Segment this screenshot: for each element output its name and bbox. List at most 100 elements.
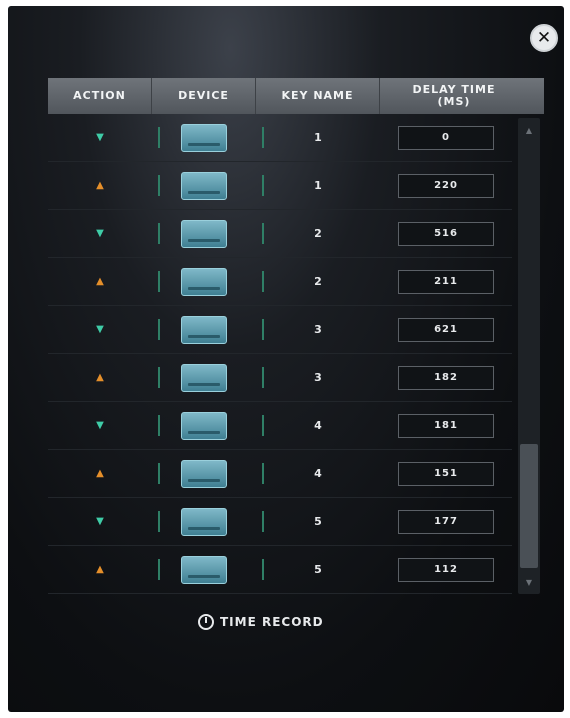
arrow-down-icon: ▼: [96, 324, 104, 335]
keyboard-icon: [181, 411, 227, 440]
column-divider: [158, 319, 160, 340]
arrow-up-icon: ▲: [96, 180, 104, 191]
header-delay-unit: (MS): [437, 95, 471, 108]
delay-cell: 621: [380, 306, 512, 353]
column-divider: [262, 415, 264, 436]
keyboard-icon: [181, 219, 227, 248]
column-divider: [158, 271, 160, 292]
action-cell: ▲: [48, 354, 152, 401]
table-row[interactable]: ▼ 6 151: [48, 594, 512, 598]
table-row[interactable]: ▼ 1 0: [48, 114, 512, 162]
delay-cell: 211: [380, 258, 512, 305]
header-action: ACTION: [48, 78, 152, 114]
table-row[interactable]: ▲ 4 151: [48, 450, 512, 498]
time-record-button[interactable]: TIME RECORD: [198, 610, 398, 634]
key-name-cell: 2: [256, 258, 380, 305]
device-cell: [152, 450, 256, 497]
column-divider: [262, 367, 264, 388]
column-divider: [158, 223, 160, 244]
timer-icon: [198, 614, 214, 630]
device-cell: [152, 258, 256, 305]
scrollbar-thumb[interactable]: [520, 444, 538, 568]
column-divider: [262, 127, 264, 148]
header-delay-time: DELAY TIME (MS): [380, 78, 528, 114]
arrow-down-icon: ▼: [96, 228, 104, 239]
delay-input[interactable]: 516: [398, 221, 494, 246]
keyboard-icon: [181, 555, 227, 584]
keyboard-icon: [181, 507, 227, 536]
delay-input[interactable]: 177: [398, 509, 494, 534]
column-divider: [262, 175, 264, 196]
action-cell: ▼: [48, 402, 152, 449]
macro-panel: ✕ ACTION DEVICE KEY NAME DELAY TIME (MS)…: [8, 6, 564, 712]
action-cell: ▲: [48, 450, 152, 497]
action-cell: ▲: [48, 546, 152, 593]
device-cell: [152, 210, 256, 257]
action-cell: ▲: [48, 258, 152, 305]
column-divider: [262, 511, 264, 532]
close-icon[interactable]: ✕: [530, 24, 558, 52]
action-cell: ▼: [48, 594, 152, 598]
device-cell: [152, 546, 256, 593]
delay-input[interactable]: 220: [398, 173, 494, 198]
table-row[interactable]: ▲ 2 211: [48, 258, 512, 306]
scroll-up-icon[interactable]: ▲: [521, 124, 537, 136]
delay-input[interactable]: 112: [398, 557, 494, 582]
key-name: 3: [314, 323, 322, 336]
delay-cell: 220: [380, 162, 512, 209]
delay-input[interactable]: 211: [398, 269, 494, 294]
delay-input[interactable]: 0: [398, 125, 494, 150]
arrow-up-icon: ▲: [96, 276, 104, 287]
keyboard-icon: [181, 267, 227, 296]
key-name: 2: [314, 275, 322, 288]
delay-input[interactable]: 181: [398, 413, 494, 438]
scrollbar[interactable]: ▲ ▼: [518, 118, 540, 594]
key-name-cell: 1: [256, 162, 380, 209]
time-record-label: TIME RECORD: [220, 615, 324, 629]
key-name: 4: [314, 419, 322, 432]
table-header: ACTION DEVICE KEY NAME DELAY TIME (MS): [48, 78, 544, 114]
action-cell: ▼: [48, 498, 152, 545]
delay-input[interactable]: 621: [398, 317, 494, 342]
device-cell: [152, 354, 256, 401]
column-divider: [262, 559, 264, 580]
arrow-up-icon: ▲: [96, 564, 104, 575]
scroll-down-icon[interactable]: ▼: [521, 576, 537, 588]
column-divider: [158, 415, 160, 436]
device-cell: [152, 306, 256, 353]
key-name: 5: [314, 515, 322, 528]
action-cell: ▼: [48, 210, 152, 257]
table-row[interactable]: ▲ 1 220: [48, 162, 512, 210]
key-name-cell: 6: [256, 594, 380, 598]
arrow-up-icon: ▲: [96, 372, 104, 383]
device-cell: [152, 594, 256, 598]
device-cell: [152, 498, 256, 545]
column-divider: [158, 463, 160, 484]
delay-cell: 151: [380, 450, 512, 497]
table-row[interactable]: ▼ 4 181: [48, 402, 512, 450]
column-divider: [262, 319, 264, 340]
column-divider: [158, 559, 160, 580]
table-row[interactable]: ▼ 5 177: [48, 498, 512, 546]
key-name-cell: 3: [256, 354, 380, 401]
delay-cell: 182: [380, 354, 512, 401]
key-name: 1: [314, 179, 322, 192]
table-row[interactable]: ▲ 5 112: [48, 546, 512, 594]
action-cell: ▲: [48, 162, 152, 209]
table-row[interactable]: ▼ 3 621: [48, 306, 512, 354]
column-divider: [158, 367, 160, 388]
arrow-down-icon: ▼: [96, 516, 104, 527]
key-name-cell: 2: [256, 210, 380, 257]
action-cell: ▼: [48, 114, 152, 161]
key-name-cell: 3: [256, 306, 380, 353]
device-cell: [152, 402, 256, 449]
delay-input[interactable]: 182: [398, 365, 494, 390]
key-name-cell: 4: [256, 450, 380, 497]
key-name-cell: 4: [256, 402, 380, 449]
delay-cell: 112: [380, 546, 512, 593]
table-row[interactable]: ▼ 2 516: [48, 210, 512, 258]
device-cell: [152, 114, 256, 161]
table-row[interactable]: ▲ 3 182: [48, 354, 512, 402]
delay-input[interactable]: 151: [398, 461, 494, 486]
key-name: 2: [314, 227, 322, 240]
